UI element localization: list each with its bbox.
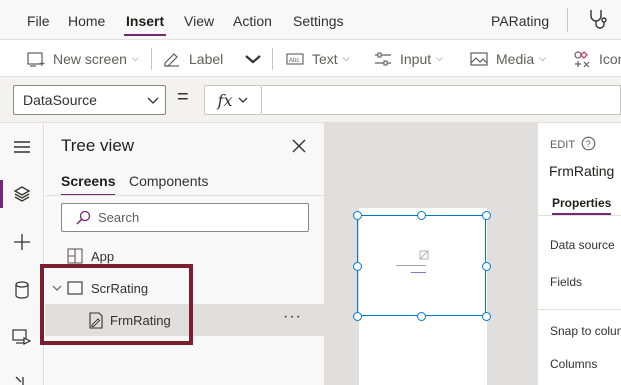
menu-bar: File Home Insert View Action Settings PA…	[0, 0, 621, 40]
tabs-divider	[45, 195, 325, 196]
tree-view-title: Tree view	[61, 136, 135, 155]
resize-handle[interactable]	[353, 262, 362, 271]
svg-text:?: ?	[586, 139, 591, 149]
media-button-label: Media	[496, 50, 535, 67]
text-button-label: Text	[312, 50, 338, 67]
new-screen-button[interactable]: New screen ⌵	[27, 40, 139, 77]
resize-handle[interactable]	[482, 312, 491, 321]
app-checker-icon[interactable]	[588, 9, 608, 36]
equals-sign: =	[177, 86, 189, 108]
tree-items-highlight	[40, 264, 193, 345]
input-button[interactable]: Input ⌵	[374, 40, 443, 77]
properties-pane: EDIT ? FrmRating Properties Data source …	[537, 123, 621, 385]
property-dropdown[interactable]: DataSource	[13, 85, 166, 115]
resize-handle[interactable]	[353, 312, 362, 321]
control-name[interactable]: FrmRating	[549, 163, 614, 179]
tab-screens[interactable]: Screens	[61, 173, 116, 196]
design-canvas[interactable]: ▬▬▬▬▬▬▬▬▬▬ ▬▬▬▬▬	[325, 123, 537, 385]
formula-input[interactable]	[262, 85, 621, 115]
menu-view[interactable]: View	[184, 13, 214, 29]
chevron-down-icon: ⌵	[131, 53, 139, 63]
search-placeholder: Search	[98, 210, 140, 225]
tree-item-app-label: App	[91, 249, 115, 264]
chevron-down-icon	[147, 97, 159, 104]
tree-search-input[interactable]: Search	[61, 203, 309, 232]
icons-button-label: Icons	[599, 50, 621, 67]
menu-file[interactable]: File	[27, 13, 50, 29]
app-icon	[67, 248, 83, 264]
property-data-source[interactable]: Data source	[550, 238, 615, 252]
property-snap-to-columns[interactable]: Snap to columns	[550, 324, 621, 338]
label-icon	[164, 52, 179, 67]
selected-form-outline[interactable]	[357, 215, 486, 316]
icons-button[interactable]: Icons	[573, 40, 621, 77]
property-columns[interactable]: Columns	[550, 357, 597, 371]
search-icon	[76, 210, 91, 225]
close-icon[interactable]	[292, 139, 306, 158]
props-divider	[538, 309, 621, 310]
svg-text:Abc: Abc	[289, 58, 299, 64]
media-icon[interactable]	[0, 321, 44, 353]
menu-action[interactable]: Action	[233, 13, 272, 29]
media-image-icon	[470, 51, 488, 66]
tab-components[interactable]: Components	[129, 173, 208, 189]
resize-handle[interactable]	[417, 211, 426, 220]
resize-handle[interactable]	[482, 211, 491, 220]
more-options-icon[interactable]: ···	[283, 308, 302, 326]
chevron-down-icon: ⌵	[539, 53, 546, 63]
insert-plus-icon[interactable]	[0, 226, 44, 258]
menu-settings[interactable]: Settings	[293, 13, 344, 29]
new-screen-icon	[27, 51, 45, 67]
chevron-down-icon: ⌵	[436, 53, 443, 63]
function-button[interactable]: fx	[204, 85, 262, 115]
text-button[interactable]: Abc Text ⌵	[286, 40, 350, 77]
chevron-down-icon	[239, 97, 248, 103]
resize-handle[interactable]	[417, 312, 426, 321]
toolbar-divider	[272, 48, 273, 70]
more-controls-button[interactable]	[244, 40, 270, 77]
insert-toolbar: New screen ⌵ Label Abc Text ⌵ Input ⌵ Me…	[0, 40, 621, 77]
resize-handle[interactable]	[482, 262, 491, 271]
tree-view-pane: Tree view Screens Components Search App …	[45, 123, 325, 385]
menu-insert[interactable]: Insert	[123, 13, 167, 36]
menu-divider	[567, 8, 568, 32]
help-icon[interactable]: ?	[581, 136, 596, 156]
advanced-tools-icon[interactable]	[0, 368, 44, 385]
props-tabs-divider	[538, 215, 621, 216]
input-sliders-icon	[375, 51, 391, 66]
hamburger-menu-icon[interactable]	[0, 131, 44, 163]
icons-icon	[574, 50, 590, 67]
resize-handle[interactable]	[353, 211, 362, 220]
input-button-label: Input	[400, 50, 432, 67]
chevron-down-icon: ⌵	[342, 53, 350, 63]
property-dropdown-value: DataSource	[23, 92, 97, 108]
formula-bar: DataSource = fx	[0, 77, 621, 123]
left-rail	[0, 123, 44, 385]
chevron-down-icon	[245, 54, 261, 63]
app-name: PARating	[491, 13, 550, 29]
tab-properties[interactable]: Properties	[552, 196, 612, 215]
label-button[interactable]: Label	[163, 40, 223, 77]
data-database-icon[interactable]	[0, 274, 44, 306]
property-fields[interactable]: Fields	[550, 275, 582, 289]
media-button[interactable]: Media ⌵	[470, 40, 546, 77]
tree-view-layers-icon[interactable]	[0, 178, 44, 210]
toolbar-divider	[151, 48, 152, 70]
label-button-label: Label	[189, 50, 224, 67]
new-screen-label: New screen	[53, 50, 127, 67]
fx-icon: fx	[217, 90, 233, 110]
edit-label: EDIT	[550, 139, 576, 151]
menu-home[interactable]: Home	[68, 13, 105, 29]
text-input-icon: Abc	[286, 52, 304, 65]
